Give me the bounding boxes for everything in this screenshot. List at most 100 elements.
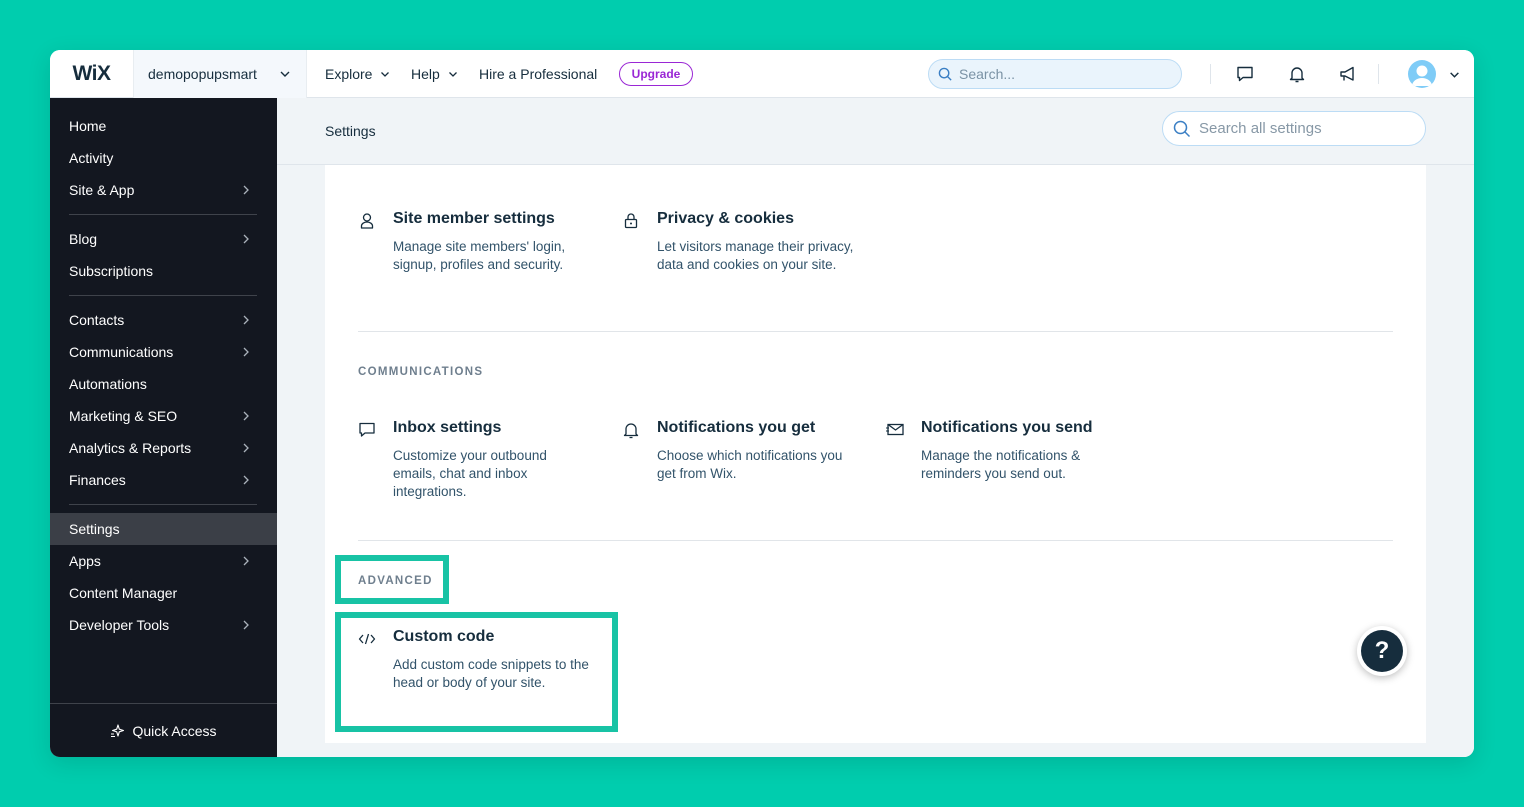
sidebar-item-label: Analytics & Reports	[69, 440, 192, 456]
nav-help-label: Help	[411, 66, 440, 82]
settings-card: Site member settings Manage site members…	[325, 165, 1426, 743]
chevron-right-icon	[243, 234, 249, 244]
sidebar-item-label: Communications	[69, 344, 174, 360]
top-search-input[interactable]: Search...	[928, 59, 1182, 89]
bell-icon[interactable]	[1287, 64, 1307, 84]
section-divider	[358, 540, 1393, 541]
chevron-right-icon	[243, 315, 249, 325]
divider	[1378, 64, 1379, 84]
setting-title: Privacy & cookies	[657, 210, 794, 227]
sidebar-item-label: Subscriptions	[69, 263, 154, 279]
quick-access-label: Quick Access	[132, 722, 217, 739]
megaphone-icon[interactable]	[1338, 64, 1358, 84]
sidebar-item-label: Apps	[69, 553, 101, 569]
sparkle-icon	[111, 723, 125, 737]
question-icon: ?	[1361, 630, 1403, 672]
chevron-down-icon	[280, 71, 290, 77]
page-header: Settings Search all settings	[277, 98, 1474, 165]
sidebar-item-analytics-reports[interactable]: Analytics & Reports	[50, 432, 277, 464]
chevron-right-icon	[243, 185, 249, 195]
sidebar-item-home[interactable]: Home	[50, 110, 277, 142]
setting-description: Let visitors manage their privacy, data …	[657, 239, 854, 272]
sidebar-divider	[69, 504, 257, 505]
sidebar-item-label: Automations	[69, 376, 147, 392]
settings-search-input[interactable]: Search all settings	[1162, 111, 1426, 146]
top-bar: WiX demopopupsmart Explore Help Hire a P…	[50, 50, 1474, 98]
sidebar-item-label: Developer Tools	[69, 617, 170, 633]
section-label-communications: COMMUNICATIONS	[358, 366, 484, 378]
site-selector[interactable]: demopopupsmart	[133, 50, 307, 98]
sidebar-divider	[69, 295, 257, 296]
sidebar-item-blog[interactable]: Blog	[50, 223, 277, 255]
setting-title: Notifications you send	[921, 419, 1093, 436]
highlight-box-advanced	[335, 555, 449, 604]
sidebar-item-apps[interactable]: Apps	[50, 545, 277, 577]
chevron-right-icon	[243, 443, 249, 453]
sidebar-item-label: Home	[69, 118, 107, 134]
sidebar-item-site-app[interactable]: Site & App	[50, 174, 277, 206]
top-search-placeholder: Search...	[959, 66, 1016, 82]
chevron-right-icon	[243, 475, 249, 485]
chevron-down-icon	[448, 72, 457, 77]
bell-icon	[623, 423, 639, 439]
setting-title: Notifications you get	[657, 419, 816, 436]
sidebar-item-content-manager[interactable]: Content Manager	[50, 577, 277, 609]
main-content: Settings Search all settings Site member…	[277, 98, 1474, 757]
chevron-right-icon	[243, 620, 249, 630]
chat-icon[interactable]	[1235, 64, 1255, 84]
sidebar-item-label: Finances	[69, 472, 126, 488]
quick-access-button[interactable]: Quick Access	[50, 703, 277, 757]
setting-description: Customize your outbound emails, chat and…	[393, 448, 547, 499]
nav-help[interactable]: Help	[411, 50, 458, 98]
lock-icon	[624, 213, 638, 229]
setting-description: Choose which notifications you get from …	[657, 448, 843, 481]
sidebar-item-marketing-seo[interactable]: Marketing & SEO	[50, 400, 277, 432]
sidebar-item-subscriptions[interactable]: Subscriptions	[50, 255, 277, 287]
sidebar-item-automations[interactable]: Automations	[50, 368, 277, 400]
chat-bubble-icon	[359, 422, 375, 437]
envelope-send-icon	[886, 423, 904, 436]
search-icon	[938, 67, 952, 81]
chevron-right-icon	[243, 347, 249, 357]
setting-title: Inbox settings	[393, 419, 502, 436]
page-title: Settings	[325, 123, 376, 139]
avatar[interactable]	[1408, 60, 1436, 88]
nav-explore-label: Explore	[325, 66, 373, 82]
chevron-right-icon	[243, 556, 249, 566]
sidebar-divider	[69, 214, 257, 215]
sidebar-item-label: Blog	[69, 231, 98, 247]
sidebar-item-finances[interactable]: Finances	[50, 464, 277, 496]
chevron-right-icon	[243, 411, 249, 421]
person-icon	[360, 213, 374, 229]
search-icon	[1173, 120, 1191, 138]
sidebar-item-settings[interactable]: Settings	[50, 513, 277, 545]
sidebar-item-label: Site & App	[69, 182, 135, 198]
section-divider	[358, 331, 1393, 332]
divider	[1210, 64, 1211, 84]
sidebar-item-label: Contacts	[69, 312, 125, 328]
sidebar-item-activity[interactable]: Activity	[50, 142, 277, 174]
setting-title: Site member settings	[393, 210, 555, 227]
upgrade-button[interactable]: Upgrade	[619, 62, 693, 86]
sidebar-item-label: Marketing & SEO	[69, 408, 178, 424]
sidebar-item-developer-tools[interactable]: Developer Tools	[50, 609, 277, 641]
sidebar-item-communications[interactable]: Communications	[50, 336, 277, 368]
sidebar-item-label: Activity	[69, 150, 114, 166]
settings-search-placeholder: Search all settings	[1199, 120, 1322, 137]
setting-description: Manage the notifications & reminders you…	[921, 448, 1081, 481]
sidebar-item-label: Content Manager	[69, 585, 178, 601]
nav-explore[interactable]: Explore	[325, 50, 390, 98]
setting-description: Manage site members' login, signup, prof…	[393, 239, 566, 272]
nav-hire-professional[interactable]: Hire a Professional	[479, 50, 597, 98]
highlight-box-custom-code	[335, 612, 618, 732]
sidebar-item-contacts[interactable]: Contacts	[50, 304, 277, 336]
dashboard-window: WiX demopopupsmart Explore Help Hire a P…	[50, 50, 1474, 757]
chevron-down-icon	[381, 72, 390, 77]
sidebar: Home Activity Site & App Blog Subscripti…	[50, 98, 277, 757]
chevron-down-icon[interactable]	[1449, 69, 1460, 80]
help-button[interactable]: ?	[1357, 626, 1407, 676]
site-name: demopopupsmart	[148, 66, 257, 82]
wix-logo[interactable]: WiX	[50, 50, 133, 98]
user-icon	[1412, 65, 1432, 86]
sidebar-item-label: Settings	[69, 521, 120, 537]
